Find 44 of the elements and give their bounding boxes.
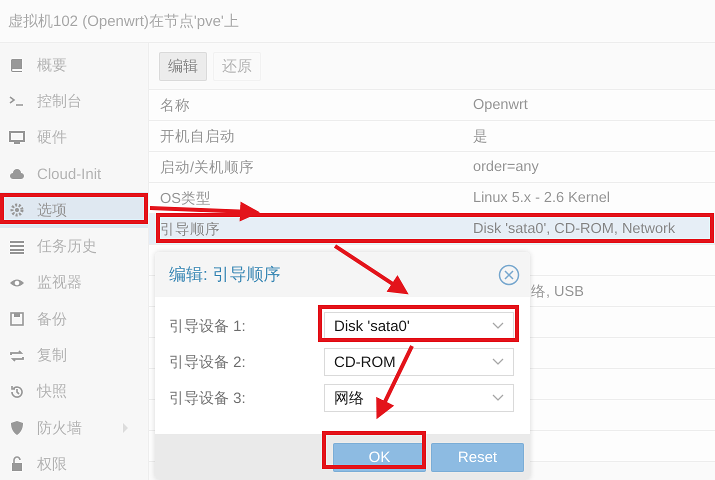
sidebar-item[interactable]: 任务历史 — [0, 228, 148, 265]
chevron-down-icon — [492, 394, 504, 402]
sidebar-item[interactable]: 快照 — [0, 374, 148, 410]
table-cell: 络, USB — [531, 284, 584, 300]
field-label: 引导设备 1: — [169, 316, 247, 336]
chevron-down-icon — [492, 322, 504, 330]
history-icon — [9, 384, 25, 400]
sidebar-item[interactable]: 防火墙 — [0, 410, 148, 446]
sidebar-item[interactable]: 备份 — [0, 301, 148, 338]
boot-device-dropdown[interactable]: Disk 'sata0' — [324, 312, 514, 340]
chevron-down-icon — [492, 358, 504, 366]
close-icon[interactable] — [498, 264, 520, 286]
table-cell: 引导顺序 — [160, 222, 220, 238]
field-label: 引导设备 3: — [169, 388, 247, 408]
toolbar-button[interactable]: 编辑 — [159, 52, 207, 80]
sidebar-item[interactable]: 复制 — [0, 337, 148, 374]
table-cell: 开机自启动 — [160, 128, 235, 144]
sidebar-item[interactable]: 监视器 — [0, 264, 148, 302]
dialog-title: 编辑: 引导顺序 — [169, 264, 280, 286]
sidebar-item[interactable]: 概要 — [0, 47, 148, 84]
gear-icon — [9, 202, 25, 218]
boot-device-dropdown[interactable]: 网络 — [324, 384, 514, 412]
monitor-icon — [9, 130, 25, 146]
table-cell: 启动/关机顺序 — [160, 160, 254, 176]
field-label: 引导设备 2: — [169, 352, 247, 372]
table-cell: OS类型 — [160, 190, 211, 206]
window-title: 虚拟机102 (Openwrt)在节点'pve'上 — [8, 12, 239, 30]
sidebar-item[interactable]: 权限 — [0, 446, 148, 480]
table-cell: Openwrt — [473, 97, 528, 113]
table-cell: 名称 — [160, 98, 190, 114]
list-icon — [9, 238, 25, 255]
table-cell: order=any — [473, 159, 539, 175]
table-cell: Disk 'sata0', CD-ROM, Network — [473, 221, 676, 237]
table-cell: 是 — [473, 128, 488, 144]
boot-device-dropdown[interactable]: CD-ROM — [324, 348, 514, 376]
book-icon — [9, 57, 25, 74]
sidebar-item[interactable]: 控制台 — [0, 83, 148, 120]
sidebar-item[interactable]: Cloud-Init — [0, 156, 148, 192]
repeat-icon — [9, 348, 25, 364]
shield-icon — [9, 420, 25, 436]
sidebar-item[interactable]: 硬件 — [0, 120, 148, 156]
dialog-button[interactable]: Reset — [431, 442, 524, 472]
table-cell: Linux 5.x - 2.6 Kernel — [473, 190, 610, 206]
lock-icon — [9, 456, 25, 472]
